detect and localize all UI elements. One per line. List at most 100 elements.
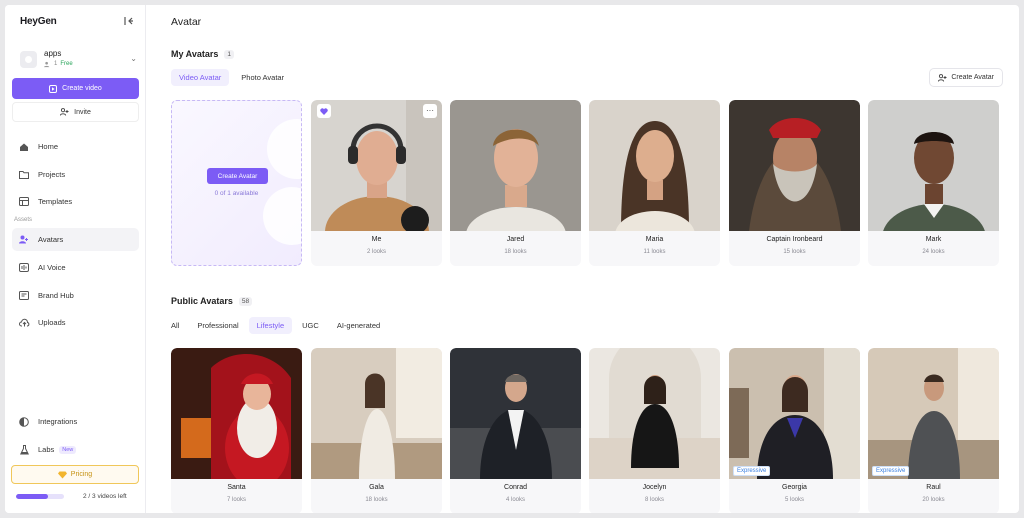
public-avatars-heading: Public Avatars 58 — [171, 296, 253, 306]
avatar-card-mark[interactable]: Mark 24 looks — [868, 100, 999, 266]
my-avatars-tabs: Video Avatar Photo Avatar — [171, 69, 292, 86]
create-avatar-button[interactable]: Create Avatar — [929, 68, 1003, 87]
pricing-label: Pricing — [70, 471, 93, 478]
expressive-badge: Expressive — [733, 466, 771, 476]
avatar-thumbnail — [450, 348, 581, 479]
brand-icon — [18, 290, 30, 302]
plan-badge: Free — [60, 61, 73, 67]
my-avatars-title: My Avatars — [171, 49, 219, 59]
sidebar-item-projects[interactable]: Projects — [12, 163, 139, 186]
avatar-looks: 7 looks — [226, 497, 246, 503]
tab-all[interactable]: All — [171, 317, 187, 334]
avatar-card-raul[interactable]: Expressive Raul 20 looks — [868, 348, 999, 513]
workspace-avatar — [20, 50, 37, 68]
favorite-heart-icon[interactable] — [317, 104, 331, 118]
sidebar-item-avatars[interactable]: Avatars — [12, 228, 139, 251]
avatar-thumbnail — [311, 348, 442, 479]
sidebar-item-label: AI Voice — [38, 263, 66, 272]
new-badge: New — [59, 445, 77, 454]
avatar-name: Georgia — [782, 484, 807, 491]
avatar-thumbnail — [868, 100, 999, 231]
avatar-thumbnail — [589, 100, 720, 231]
avatar-name: Jocelyn — [642, 484, 667, 491]
assets-section-label: Assets — [14, 217, 33, 223]
avatar-looks: 18 looks — [365, 497, 388, 503]
avatar-thumbnail — [311, 100, 442, 231]
avatar-availability: 0 of 1 available — [214, 190, 259, 197]
avatar-card-jocelyn[interactable]: Jocelyn 8 looks — [589, 348, 720, 513]
create-video-button[interactable]: Create video — [12, 78, 139, 99]
sidebar-item-home[interactable]: Home — [12, 135, 139, 158]
sidebar-item-label: Home — [38, 142, 59, 151]
sidebar-item-brand-hub[interactable]: Brand Hub — [12, 284, 139, 307]
avatar-looks: 8 looks — [644, 497, 664, 503]
avatar-looks: 5 looks — [784, 497, 804, 503]
avatar-thumbnail — [171, 348, 302, 479]
diamond-icon — [57, 471, 67, 478]
main-content: Avatar My Avatars 1 Video Avatar Photo A… — [146, 5, 1019, 513]
create-avatar-card-button[interactable]: Create Avatar — [207, 168, 268, 184]
avatar-card-conrad[interactable]: Conrad 4 looks — [450, 348, 581, 513]
tab-professional[interactable]: Professional — [189, 317, 246, 334]
create-avatar-label: Create Avatar — [951, 74, 994, 81]
more-options-icon[interactable]: ··· — [423, 104, 437, 118]
avatar-card-santa[interactable]: Santa 7 looks — [171, 348, 302, 513]
collapse-sidebar-icon[interactable] — [122, 14, 136, 28]
tab-video-avatar[interactable]: Video Avatar — [171, 69, 230, 86]
sidebar-item-uploads[interactable]: Uploads — [12, 311, 139, 334]
sidebar-item-label: Avatars — [38, 235, 64, 244]
avatar-looks: 20 looks — [922, 497, 945, 503]
public-avatars-tabs: All Professional Lifestyle UGC AI-genera… — [171, 317, 388, 334]
voice-icon — [18, 262, 30, 274]
usage-text: 2 / 3 videos left — [83, 492, 127, 500]
avatar-name: Raul — [926, 484, 941, 491]
avatar-card-gala[interactable]: Gala 18 looks — [311, 348, 442, 513]
sidebar: HeyGen apps 1 Free ⌄ Create video Invite — [5, 5, 146, 513]
sidebar-item-ai-voice[interactable]: AI Voice — [12, 256, 139, 279]
avatar-looks: 18 looks — [504, 249, 527, 255]
sidebar-item-templates[interactable]: Templates — [12, 190, 139, 213]
avatar-looks: 4 looks — [505, 497, 525, 503]
invite-label: Invite — [74, 108, 91, 116]
public-avatars-count: 58 — [238, 296, 253, 306]
avatar-card-georgia[interactable]: Expressive Georgia 5 looks — [729, 348, 860, 513]
flask-icon — [18, 444, 30, 456]
sidebar-item-label: Uploads — [38, 318, 66, 327]
my-avatars-count: 1 — [224, 49, 234, 59]
avatar-looks: 24 looks — [922, 249, 945, 255]
pricing-button[interactable]: Pricing — [11, 465, 139, 484]
tab-photo-avatar[interactable]: Photo Avatar — [233, 69, 292, 86]
workspace-name: apps — [44, 49, 62, 58]
avatar-name: Gala — [369, 484, 384, 491]
avatar-name: Santa — [227, 484, 246, 491]
tab-ugc[interactable]: UGC — [294, 317, 327, 334]
sidebar-item-integrations[interactable]: Integrations — [12, 410, 139, 433]
avatar-name: Maria — [645, 236, 664, 243]
tab-lifestyle[interactable]: Lifestyle — [248, 317, 293, 334]
avatar-card-maria[interactable]: Maria 11 looks — [589, 100, 720, 266]
avatar-card-jared[interactable]: Jared 18 looks — [450, 100, 581, 266]
chevron-down-icon: ⌄ — [130, 54, 137, 63]
invite-button[interactable]: Invite — [12, 102, 139, 122]
create-video-label: Create video — [62, 85, 102, 92]
create-avatar-card: Create Avatar 0 of 1 available — [171, 100, 302, 266]
usage-progress-bar — [16, 493, 64, 499]
avatar-card-me[interactable]: ··· Me 2 looks — [311, 100, 442, 266]
avatar-looks: 15 looks — [783, 249, 806, 255]
avatar-thumbnail — [450, 100, 581, 231]
avatar-thumbnail — [868, 348, 999, 479]
sidebar-item-label: Labs — [38, 445, 55, 454]
tab-ai-generated[interactable]: AI-generated — [329, 317, 388, 334]
avatar-card-captain-ironbeard[interactable]: Captain Ironbeard 15 looks — [729, 100, 860, 266]
app-window: HeyGen apps 1 Free ⌄ Create video Invite — [5, 5, 1019, 513]
home-icon — [18, 141, 30, 153]
play-icon — [49, 84, 58, 93]
avatar-icon — [18, 234, 30, 246]
avatar-name: Jared — [506, 236, 525, 243]
heygen-logo[interactable]: HeyGen — [20, 16, 57, 27]
sidebar-item-labs[interactable]: Labs New — [12, 438, 139, 461]
expressive-badge: Expressive — [872, 466, 910, 476]
workspace-switcher[interactable]: apps 1 Free ⌄ — [15, 45, 139, 73]
add-user-icon — [60, 108, 69, 116]
upload-icon — [18, 317, 30, 329]
